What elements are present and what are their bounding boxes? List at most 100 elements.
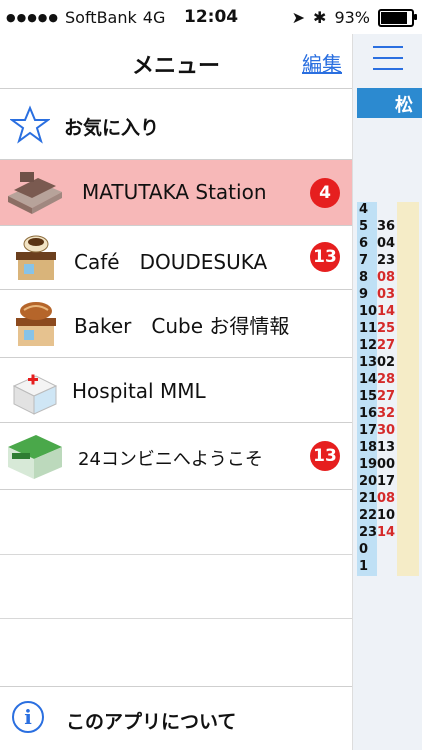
timetable-minute: 25: [377, 321, 396, 336]
timetable-cell: [397, 508, 419, 525]
convenience-store-icon: [8, 435, 62, 479]
timetable-minute: [377, 542, 397, 559]
timetable-hour: 14: [357, 372, 378, 389]
about-app-row[interactable]: i このアプリについて: [0, 686, 352, 751]
timetable-cell: [397, 457, 419, 474]
timetable-minute: [377, 559, 397, 576]
timetable-grid: 4 5 36 6 04 7 23 8 08 9 03 10 14 11 25 12 27 13 02 14 28 15 27…: [357, 202, 419, 576]
timetable-cell: [397, 406, 419, 423]
timetable-hour: 0: [357, 542, 377, 559]
timetable-cell: [397, 389, 419, 406]
menu-item-hospital-mml[interactable]: Hospital MML: [0, 358, 352, 423]
network-label: 4G: [142, 8, 166, 27]
location-icon: ➤: [291, 8, 306, 27]
battery-icon: [378, 8, 417, 27]
timetable-cell: [397, 440, 419, 457]
hamburger-menu-icon[interactable]: [373, 46, 403, 74]
timetable-minute: 14: [377, 304, 396, 319]
status-bar: ●●●●● SoftBank 4G 12:04 ➤ ✱ 93%: [0, 0, 422, 34]
timetable-cell: [397, 236, 419, 253]
empty-separator: [0, 618, 352, 619]
timetable-minute: [377, 202, 397, 219]
timetable-row: 5 36: [357, 219, 419, 236]
timetable-row: 16 32: [357, 406, 419, 423]
menu-item-24-konbini[interactable]: 24コンビニへようこそ 13: [0, 423, 352, 490]
timetable-row: 19 00: [357, 457, 419, 474]
timetable-minute: 00: [377, 457, 396, 472]
empty-separator: [0, 554, 352, 555]
timetable-hour: 7: [357, 253, 377, 270]
notification-badge: 13: [310, 441, 340, 471]
timetable-hour: 19: [357, 457, 378, 474]
timetable-peek-panel[interactable]: 松 4 5 36 6 04 7 23 8 08 9 03 10 14 11 25 12 27 13 02 14 28 15…: [352, 34, 422, 750]
battery-percent: 93%: [334, 8, 370, 27]
timetable-row: 18 13: [357, 440, 419, 457]
timetable-row: 8 08: [357, 270, 419, 287]
timetable-minute: 14: [377, 525, 396, 540]
timetable-cell: [397, 355, 419, 372]
timetable-row: 4: [357, 202, 419, 219]
cafe-icon: [16, 235, 56, 280]
timetable-hour: 10: [357, 304, 378, 321]
timetable-hour: 18: [357, 440, 378, 457]
peek-header-text: 松: [395, 95, 413, 116]
timetable-row: 15 27: [357, 389, 419, 406]
timetable-hour: 20: [357, 474, 378, 491]
timetable-cell: [397, 287, 419, 304]
timetable-hour: 5: [357, 219, 377, 236]
timetable-row: 13 02: [357, 355, 419, 372]
timetable-cell: [397, 491, 419, 508]
edit-button[interactable]: 編集: [302, 48, 342, 77]
timetable-row: 21 08: [357, 491, 419, 508]
timetable-row: 6 04: [357, 236, 419, 253]
timetable-hour: 11: [357, 321, 378, 338]
bakery-icon: [16, 302, 56, 346]
timetable-minute: 17: [377, 474, 396, 489]
timetable-row: 7 23: [357, 253, 419, 270]
timetable-row: 20 17: [357, 474, 419, 491]
timetable-hour: 21: [357, 491, 378, 508]
timetable-row: 11 25: [357, 321, 419, 338]
timetable-cell: [397, 372, 419, 389]
station-icon: [8, 172, 62, 214]
peek-header: 松: [357, 88, 422, 118]
timetable-minute: 36: [377, 219, 396, 234]
bluetooth-icon: ✱: [313, 8, 327, 27]
timetable-minute: 03: [377, 287, 396, 302]
timetable-row: 14 28: [357, 372, 419, 389]
timetable-hour: 6: [357, 236, 377, 253]
menu-title: メニュー: [131, 54, 220, 79]
timetable-minute: 10: [377, 508, 396, 523]
timetable-hour: 22: [357, 508, 378, 525]
carrier-label: SoftBank: [65, 8, 137, 27]
star-icon: [10, 105, 50, 144]
timetable-minute: 02: [377, 355, 396, 370]
menu-item-baker-cube[interactable]: Baker Cube お得情報: [0, 290, 352, 358]
side-menu: メニュー 編集 お気に入り MATUTAKA Station 4 Café DO…: [0, 34, 352, 750]
hospital-icon: [12, 374, 58, 415]
favorites-row[interactable]: お気に入り: [0, 89, 352, 160]
menu-item-matutaka-station[interactable]: MATUTAKA Station 4: [0, 160, 352, 226]
timetable-cell: [397, 423, 419, 440]
timetable-minute: 30: [377, 423, 396, 438]
timetable-minute: 32: [377, 406, 396, 421]
timetable-cell: [397, 321, 419, 338]
menu-header: メニュー 編集: [0, 34, 352, 89]
timetable-hour: 12: [357, 338, 378, 355]
menu-item-label: Hospital MML: [72, 379, 206, 403]
timetable-minute: 27: [377, 389, 396, 404]
timetable-hour: 8: [357, 270, 377, 287]
menu-item-label: Baker Cube お得情報: [74, 314, 290, 338]
about-app-label: このアプリについて: [66, 711, 237, 733]
timetable-hour: 16: [357, 406, 378, 423]
timetable-cell: [397, 219, 419, 236]
timetable-row: 0: [357, 542, 419, 559]
timetable-cell: [397, 542, 419, 559]
timetable-row: 10 14: [357, 304, 419, 321]
timetable-hour: 15: [357, 389, 378, 406]
menu-item-label: MATUTAKA Station: [82, 180, 267, 204]
timetable-cell: [397, 270, 419, 287]
timetable-minute: 08: [377, 270, 396, 285]
menu-item-cafe-doudesuka[interactable]: Café DOUDESUKA 13: [0, 226, 352, 290]
notification-badge: 13: [310, 242, 340, 272]
